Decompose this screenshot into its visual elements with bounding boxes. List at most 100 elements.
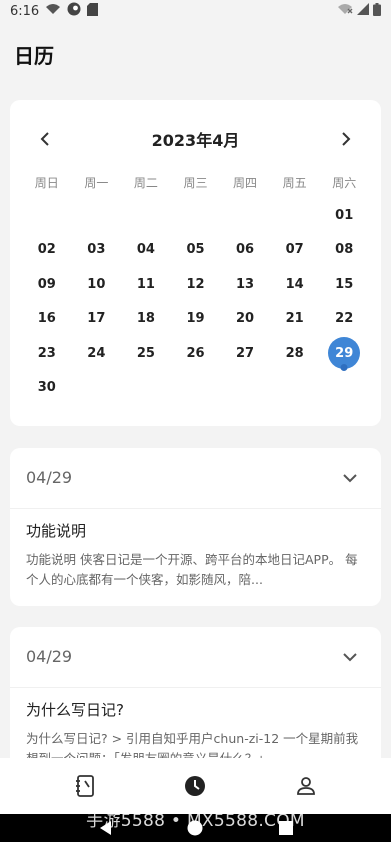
calendar-day-number: 07 xyxy=(285,242,304,258)
person-icon xyxy=(296,777,315,795)
sd-card-icon xyxy=(87,2,99,20)
weekday-label: 周日 xyxy=(34,176,59,190)
calendar-day-number: 24 xyxy=(87,345,106,361)
calendar-day[interactable]: 26 xyxy=(171,336,221,371)
back-button[interactable] xyxy=(98,820,112,836)
entry-title: 为什么写日记? xyxy=(26,701,124,719)
entry-dot-indicator xyxy=(340,363,348,371)
calendar-day[interactable]: 21 xyxy=(270,302,320,337)
back-triangle-icon xyxy=(99,821,111,835)
calendar-day[interactable]: 12 xyxy=(171,267,221,302)
next-month-button[interactable] xyxy=(333,126,359,152)
chevron-down-icon xyxy=(343,474,357,483)
calendar-day[interactable]: 04 xyxy=(121,233,171,268)
calendar-day[interactable]: 15 xyxy=(319,267,369,302)
calendar-day-empty xyxy=(270,371,320,406)
system-navigation-bar xyxy=(0,814,391,842)
calendar-day[interactable]: 05 xyxy=(171,233,221,268)
calendar-day[interactable]: 08 xyxy=(319,233,369,268)
calendar-day-number: 13 xyxy=(236,276,255,292)
calendar-day-number: 29 xyxy=(335,345,354,361)
divider xyxy=(10,687,381,688)
calendar-day[interactable]: 30 xyxy=(22,371,72,406)
calendar-day[interactable]: 01 xyxy=(319,198,369,233)
calendar-day-empty xyxy=(121,198,171,233)
calendar-day-number: 02 xyxy=(37,242,56,258)
prev-month-button[interactable] xyxy=(32,126,58,152)
chevron-left-icon xyxy=(40,132,49,146)
entry-date: 04/29 xyxy=(26,647,73,666)
battery-icon xyxy=(373,2,381,20)
calendar-day[interactable]: 06 xyxy=(220,233,270,268)
calendar-day-empty xyxy=(171,371,221,406)
calendar-day-empty xyxy=(171,198,221,233)
calendar-day[interactable]: 18 xyxy=(121,302,171,337)
calendar-day[interactable]: 02 xyxy=(22,233,72,268)
calendar-header: 2023年4月 xyxy=(10,126,381,152)
calendar-day[interactable]: 24 xyxy=(72,336,122,371)
calendar-days-grid: 01 02 03 04 05 06 07 08 09 10 11 12 13 14 15 16 17 18 19 20… xyxy=(22,198,369,405)
calendar-day[interactable]: 25 xyxy=(121,336,171,371)
entry-title: 功能说明 xyxy=(26,522,87,540)
divider xyxy=(10,508,381,509)
calendar-day-number: 16 xyxy=(37,311,56,327)
weekday-label: 周五 xyxy=(282,176,307,190)
weekday-label: 周一 xyxy=(84,176,109,190)
calendar-day-empty xyxy=(121,371,171,406)
calendar-month-title[interactable]: 2023年4月 xyxy=(152,127,240,151)
nav-diary-button[interactable] xyxy=(65,766,105,806)
calendar-day[interactable]: 11 xyxy=(121,267,171,302)
calendar-day-number: 26 xyxy=(186,345,205,361)
calendar-day[interactable]: 28 xyxy=(270,336,320,371)
calendar-day-empty xyxy=(22,198,72,233)
calendar-day-number: 18 xyxy=(136,311,155,327)
calendar-day[interactable]: 29 xyxy=(319,336,369,371)
recents-button[interactable] xyxy=(279,821,294,835)
expand-button[interactable] xyxy=(343,647,357,666)
calendar-day-number: 20 xyxy=(236,311,255,327)
calendar-day[interactable]: 03 xyxy=(72,233,122,268)
calendar-day-number: 10 xyxy=(87,276,106,292)
calendar-day-number: 08 xyxy=(335,242,354,258)
calendar-day-number: 17 xyxy=(87,311,106,327)
calendar-day-number: 09 xyxy=(37,276,56,292)
weekday-label: 周二 xyxy=(133,176,158,190)
calendar-day-number: 23 xyxy=(37,345,56,361)
weekday-label: 周三 xyxy=(183,176,208,190)
nav-calendar-button[interactable] xyxy=(175,766,215,806)
recents-square-icon xyxy=(279,821,294,835)
expand-button[interactable] xyxy=(343,468,357,487)
chevron-right-icon xyxy=(342,132,351,146)
chevron-down-icon xyxy=(343,653,357,662)
calendar-day[interactable]: 17 xyxy=(72,302,122,337)
calendar-day[interactable]: 14 xyxy=(270,267,320,302)
calendar-day-number: 19 xyxy=(186,311,205,327)
calendar-day[interactable]: 19 xyxy=(171,302,221,337)
calendar-card: 2023年4月 周日 周一 周二 周三 周四 周五 周六 01 02 03 04 05 0… xyxy=(10,100,381,426)
calendar-day-empty xyxy=(220,198,270,233)
calendar-day-number: 04 xyxy=(136,242,155,258)
diary-entry-card[interactable]: 04/29 功能说明 功能说明 侠客日记是一个开源、跨平台的本地日记APP。 每… xyxy=(10,448,381,606)
calendar-day-number: 15 xyxy=(335,276,354,292)
nav-profile-button[interactable] xyxy=(286,766,326,806)
calendar-day[interactable]: 23 xyxy=(22,336,72,371)
home-button[interactable] xyxy=(187,820,203,836)
calendar-day-empty xyxy=(72,371,122,406)
calendar-day-number: 30 xyxy=(37,380,56,396)
calendar-day-number: 25 xyxy=(136,345,155,361)
calendar-day-number: 27 xyxy=(236,345,255,361)
weekday-label: 周四 xyxy=(233,176,258,190)
calendar-day[interactable]: 22 xyxy=(319,302,369,337)
calendar-day-empty xyxy=(72,198,122,233)
app-notification-icon xyxy=(67,2,81,20)
calendar-day[interactable]: 10 xyxy=(72,267,122,302)
calendar-day[interactable]: 09 xyxy=(22,267,72,302)
calendar-day[interactable]: 20 xyxy=(220,302,270,337)
calendar-day[interactable]: 16 xyxy=(22,302,72,337)
calendar-day[interactable]: 13 xyxy=(220,267,270,302)
calendar-day-empty xyxy=(220,371,270,406)
calendar-day-number: 05 xyxy=(186,242,205,258)
calendar-day-number: 12 xyxy=(186,276,205,292)
calendar-day[interactable]: 27 xyxy=(220,336,270,371)
calendar-day[interactable]: 07 xyxy=(270,233,320,268)
